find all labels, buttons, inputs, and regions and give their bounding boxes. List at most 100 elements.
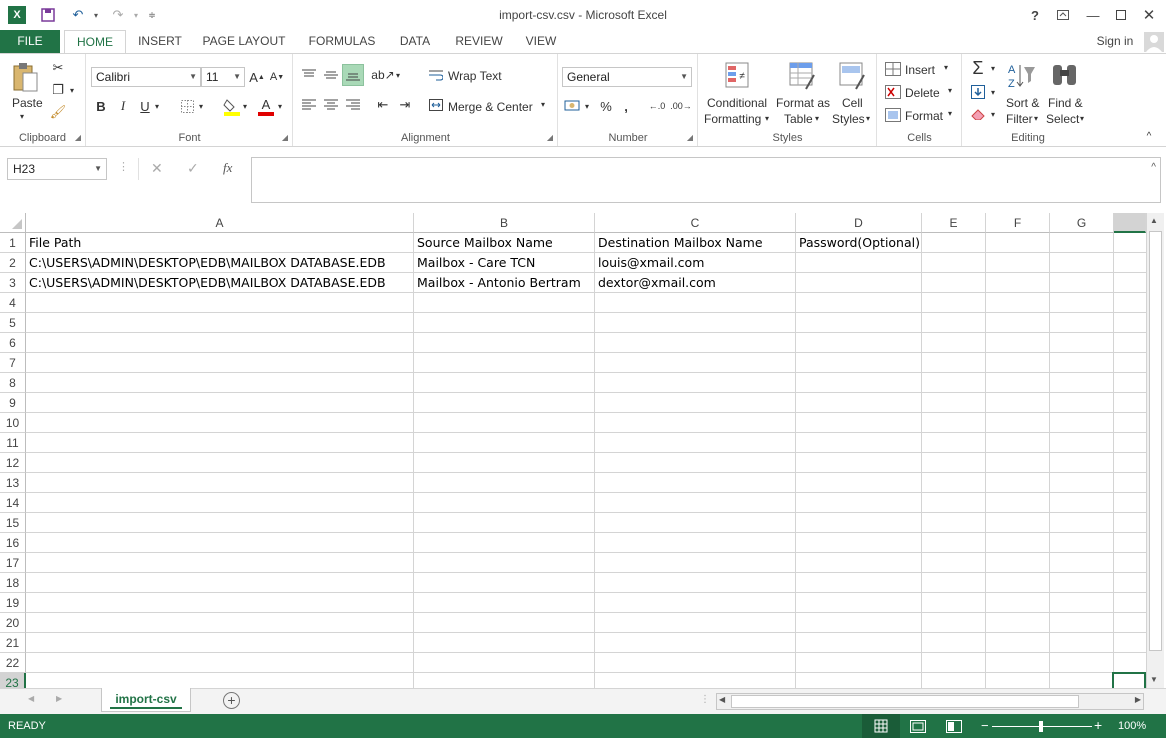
zoom-level[interactable]: 100% xyxy=(1118,720,1146,732)
sort-filter-icon[interactable]: AZ xyxy=(1005,60,1037,92)
cell-c2[interactable]: louis@xmail.com xyxy=(595,253,704,273)
tab-formulas[interactable]: FORMULAS xyxy=(302,30,382,53)
decrease-indent-icon[interactable]: ⇤ xyxy=(374,96,392,114)
delete-cells-icon[interactable] xyxy=(884,84,902,100)
fill-color-icon[interactable] xyxy=(223,96,241,116)
clear-dropdown-icon[interactable]: ▾ xyxy=(989,106,997,122)
format-table-dropdown-icon[interactable]: ▾ xyxy=(815,114,819,123)
chevron-down-icon[interactable]: ▼ xyxy=(94,159,102,179)
next-sheet-icon[interactable]: ▶ xyxy=(56,694,62,703)
autosum-icon[interactable]: Σ xyxy=(969,58,987,78)
name-box[interactable]: H23 ▼ xyxy=(7,158,107,180)
find-select-line1[interactable]: Find & xyxy=(1048,96,1083,110)
formula-input[interactable]: ^ xyxy=(251,157,1161,203)
row-header[interactable]: 8 xyxy=(0,373,26,393)
row-header[interactable]: 9 xyxy=(0,393,26,413)
merge-center-button[interactable]: Merge & Center xyxy=(448,100,533,114)
row-header[interactable]: 20 xyxy=(0,613,26,633)
vertical-scrollbar[interactable]: ▲ ▼ xyxy=(1146,213,1164,688)
tab-page-layout[interactable]: PAGE LAYOUT xyxy=(196,30,292,53)
clear-icon[interactable] xyxy=(969,106,987,122)
insert-dropdown-icon[interactable]: ▾ xyxy=(944,63,948,72)
page-layout-view-button[interactable] xyxy=(910,720,926,736)
ribbon-display-icon[interactable] xyxy=(1052,5,1074,25)
sign-in-link[interactable]: Sign in xyxy=(1090,30,1140,53)
format-painter-icon[interactable]: 🖌 xyxy=(50,104,67,120)
tab-review[interactable]: REVIEW xyxy=(450,30,508,53)
italic-icon[interactable]: I xyxy=(115,98,131,114)
page-break-view-button[interactable] xyxy=(946,720,962,736)
decrease-decimal-icon[interactable]: .00→ xyxy=(670,98,692,114)
paste-icon[interactable] xyxy=(10,60,40,94)
format-cells-button[interactable]: Format xyxy=(905,109,943,123)
sort-filter-line1[interactable]: Sort & xyxy=(1006,96,1039,110)
column-header-g[interactable]: G xyxy=(1050,213,1114,233)
wrap-text-button[interactable]: Wrap Text xyxy=(448,69,502,83)
help-icon[interactable]: ? xyxy=(1024,5,1046,25)
row-header[interactable]: 19 xyxy=(0,593,26,613)
find-select-icon[interactable] xyxy=(1049,60,1081,92)
wrap-text-icon[interactable] xyxy=(428,66,444,84)
cell-styles-line2[interactable]: Styles xyxy=(832,112,865,126)
column-header-e[interactable]: E xyxy=(922,213,986,233)
horizontal-scroll-thumb[interactable] xyxy=(731,695,1079,708)
cell-d1[interactable]: Password(Optional) xyxy=(796,233,920,253)
insert-cells-icon[interactable] xyxy=(884,61,902,77)
row-header[interactable]: 6 xyxy=(0,333,26,353)
fill-color-dropdown-icon[interactable]: ▾ xyxy=(241,98,249,114)
format-dropdown-icon[interactable]: ▾ xyxy=(948,109,952,118)
conditional-dropdown-icon[interactable]: ▾ xyxy=(765,114,769,123)
tab-data[interactable]: DATA xyxy=(392,30,438,53)
minimize-icon[interactable]: — xyxy=(1082,5,1104,25)
percent-icon[interactable]: % xyxy=(597,98,615,114)
row-header[interactable]: 1 xyxy=(0,233,26,253)
row-header[interactable]: 16 xyxy=(0,533,26,553)
fill-down-icon[interactable] xyxy=(969,84,987,100)
font-name-select[interactable]: Calibri ▼ xyxy=(91,67,201,87)
clipboard-launcher-icon[interactable]: ◢ xyxy=(75,133,81,142)
column-header-f[interactable]: F xyxy=(986,213,1050,233)
normal-view-button[interactable] xyxy=(862,714,900,738)
paste-dropdown-icon[interactable]: ▾ xyxy=(20,112,24,121)
grow-font-icon[interactable]: A ▲ xyxy=(249,69,265,85)
selected-cell-h23[interactable] xyxy=(1112,672,1146,688)
row-header[interactable]: 18 xyxy=(0,573,26,593)
font-color-dropdown-icon[interactable]: ▾ xyxy=(276,98,284,114)
prev-sheet-icon[interactable]: ◀ xyxy=(28,694,34,703)
sort-dropdown-icon[interactable]: ▾ xyxy=(1034,114,1038,123)
delete-dropdown-icon[interactable]: ▾ xyxy=(948,86,952,95)
scroll-right-icon[interactable]: ▶ xyxy=(1135,695,1141,704)
merge-dropdown-icon[interactable]: ▾ xyxy=(541,100,545,109)
row-header[interactable]: 11 xyxy=(0,433,26,453)
paste-button[interactable]: Paste xyxy=(12,96,43,110)
row-header[interactable]: 21 xyxy=(0,633,26,653)
worksheet-grid[interactable]: A B C D E F G 1 2 3 4 5 6 7 8 9 10 11 12 13 14 15 16 17 1… xyxy=(0,213,1146,688)
cell-b1[interactable]: Source Mailbox Name xyxy=(414,233,553,253)
scroll-up-icon[interactable]: ▲ xyxy=(1150,216,1158,225)
cell-b2[interactable]: Mailbox - Care TCN xyxy=(414,253,535,273)
font-size-select[interactable]: 11 ▼ xyxy=(201,67,245,87)
delete-cells-button[interactable]: Delete xyxy=(905,86,940,100)
conditional-formatting-line1[interactable]: Conditional xyxy=(707,96,767,110)
bold-icon[interactable]: B xyxy=(93,98,109,114)
copy-dropdown-icon[interactable]: ▾ xyxy=(68,82,76,98)
row-header[interactable]: 13 xyxy=(0,473,26,493)
font-launcher-icon[interactable]: ◢ xyxy=(282,133,288,142)
zoom-in-icon[interactable]: + xyxy=(1094,717,1102,733)
increase-decimal-icon[interactable]: ←.0 xyxy=(647,98,667,114)
zoom-slider[interactable] xyxy=(992,721,1092,732)
row-header[interactable]: 2 xyxy=(0,253,26,273)
column-header-a[interactable]: A xyxy=(26,213,414,233)
zoom-out-icon[interactable]: − xyxy=(981,718,989,733)
find-dropdown-icon[interactable]: ▾ xyxy=(1080,114,1084,123)
expand-formula-icon[interactable]: ^ xyxy=(1151,162,1156,173)
horizontal-scrollbar[interactable]: ◀ ▶ xyxy=(716,693,1144,710)
row-header[interactable]: 10 xyxy=(0,413,26,433)
underline-dropdown-icon[interactable]: ▾ xyxy=(153,98,161,114)
tab-view[interactable]: VIEW xyxy=(518,30,564,53)
conditional-formatting-icon[interactable]: ≠ xyxy=(723,60,753,92)
cell-a3[interactable]: C:\USERS\ADMIN\DESKTOP\EDB\MAILBOX DATAB… xyxy=(26,273,386,293)
collapse-ribbon-icon[interactable]: ^ xyxy=(1142,130,1156,142)
tab-split-icon[interactable]: ⋮ xyxy=(700,694,710,705)
column-header-b[interactable]: B xyxy=(414,213,595,233)
